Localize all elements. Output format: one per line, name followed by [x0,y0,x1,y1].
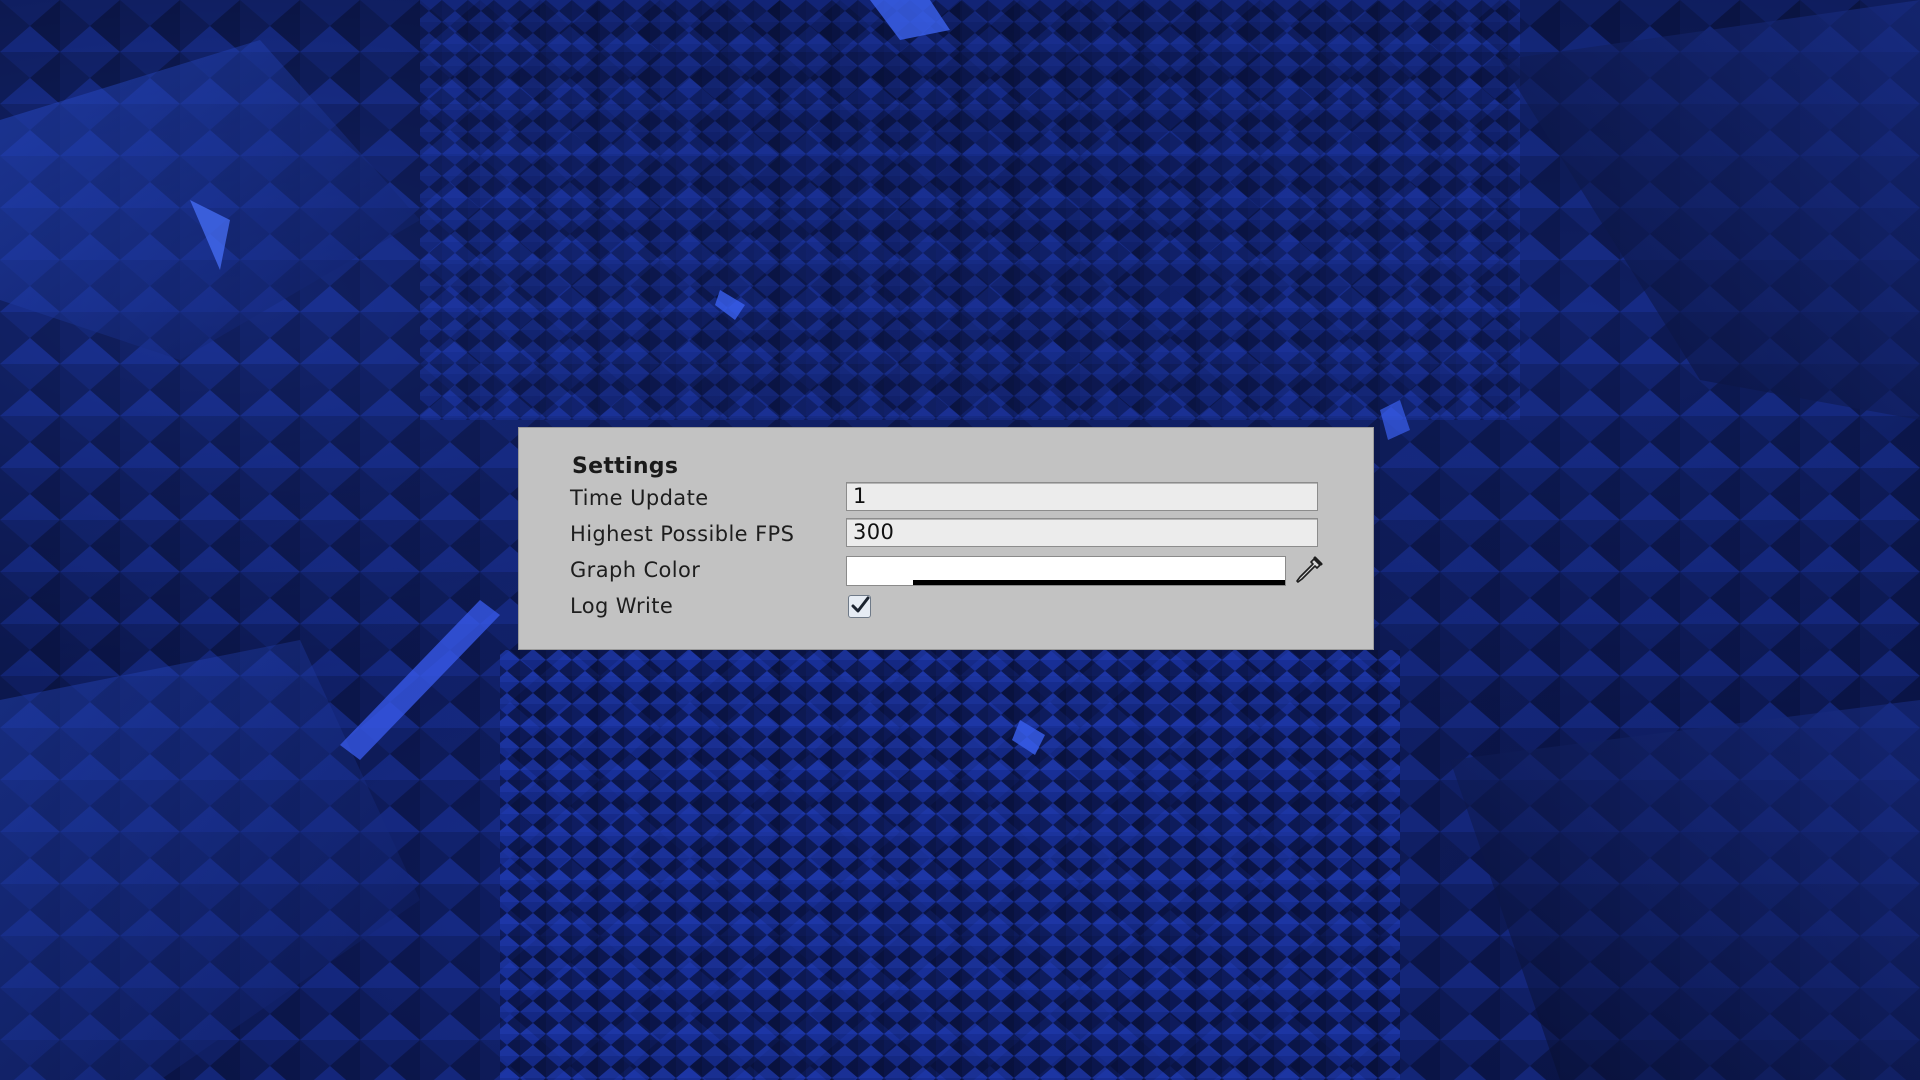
time-update-field[interactable]: 1 [846,482,1318,511]
log-write-label: Log Write [570,594,674,618]
graph-color-label: Graph Color [570,558,701,582]
eyedropper-icon[interactable] [1293,555,1325,587]
graph-color-field[interactable] [846,556,1286,586]
checkmark-icon [851,596,870,613]
highest-fps-label: Highest Possible FPS [570,522,795,546]
log-write-checkbox[interactable] [848,595,871,618]
graph-color-alpha-bar [913,580,1285,585]
settings-panel: Settings Time Update 1 Highest Possible … [518,427,1374,650]
game-viewport: Settings Time Update 1 Highest Possible … [0,0,1920,1080]
time-update-label: Time Update [570,486,709,510]
panel-title: Settings [572,454,679,479]
highest-fps-field[interactable]: 300 [846,518,1318,547]
